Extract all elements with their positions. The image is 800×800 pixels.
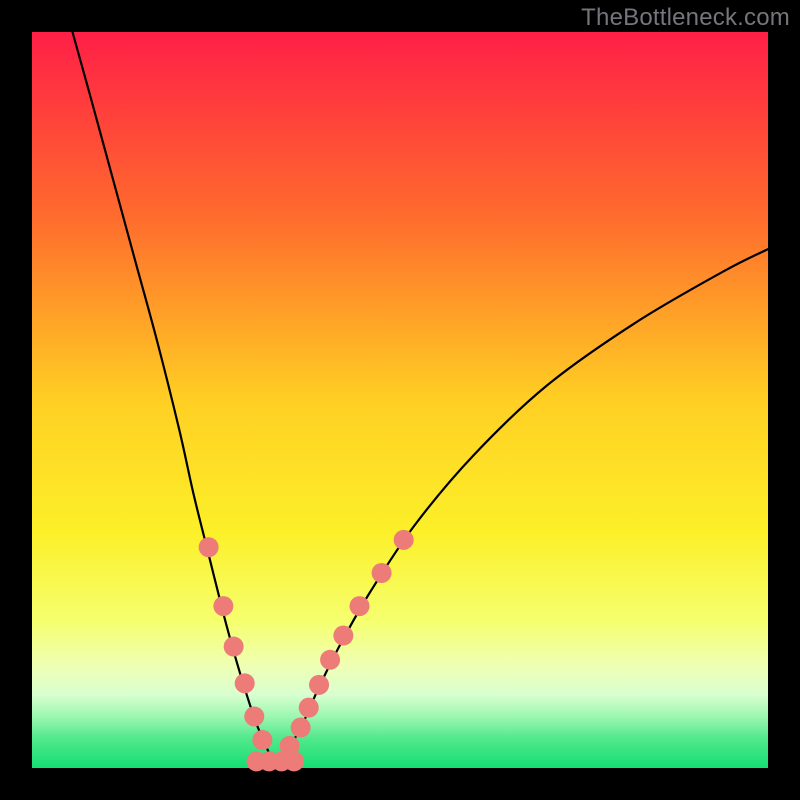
marker-17 bbox=[372, 563, 392, 583]
marker-0 bbox=[199, 537, 219, 557]
watermark-text: TheBottleneck.com bbox=[581, 4, 790, 32]
marker-4 bbox=[244, 706, 264, 726]
marker-13 bbox=[309, 675, 329, 695]
marker-11 bbox=[291, 718, 311, 738]
marker-15 bbox=[333, 626, 353, 646]
bottleneck-chart bbox=[0, 0, 800, 800]
marker-1 bbox=[213, 596, 233, 616]
chart-frame: { "watermark": "TheBottleneck.com", "cha… bbox=[0, 0, 800, 800]
marker-3 bbox=[235, 673, 255, 693]
marker-16 bbox=[350, 596, 370, 616]
marker-12 bbox=[299, 698, 319, 718]
marker-2 bbox=[224, 637, 244, 657]
marker-5 bbox=[252, 730, 272, 750]
marker-10 bbox=[280, 736, 300, 756]
plot-background bbox=[32, 32, 768, 768]
marker-18 bbox=[394, 530, 414, 550]
marker-14 bbox=[320, 650, 340, 670]
